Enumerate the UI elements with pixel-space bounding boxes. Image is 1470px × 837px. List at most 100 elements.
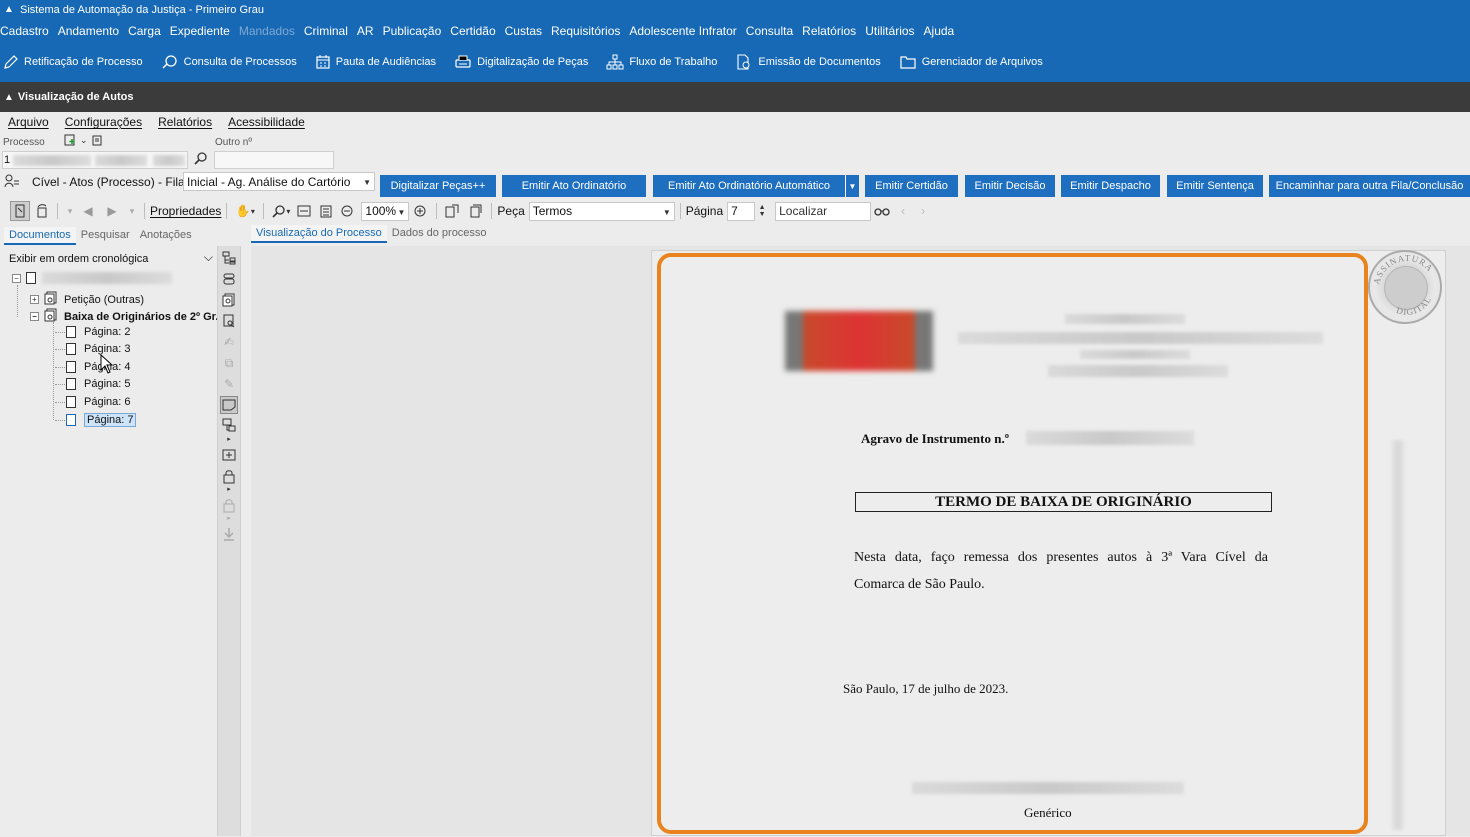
menu-andamento[interactable]: Andamento xyxy=(58,24,119,38)
queue-select[interactable]: Inicial - Ag. Análise do Cartório ▼ xyxy=(183,172,375,191)
menu-relatorios[interactable]: Relatórios xyxy=(802,24,856,38)
retificacao-button[interactable]: Retificação de Processo xyxy=(3,54,143,70)
find-previous-icon[interactable]: ‹ xyxy=(893,201,913,221)
sort-order-select[interactable]: Exibir em ordem cronológica ⌵ xyxy=(6,249,216,268)
emitir-decisao-button[interactable]: Emitir Decisão xyxy=(965,175,1055,197)
emitir-despacho-button[interactable]: Emitir Despacho xyxy=(1061,175,1160,197)
fluxo-trabalho-button[interactable]: Fluxo de Trabalho xyxy=(606,54,717,70)
pan-hand-icon[interactable]: ✋ ▾ xyxy=(232,201,258,221)
page-icon xyxy=(66,396,76,408)
menu-acessibilidade[interactable]: Acessibilidade xyxy=(228,115,305,129)
emitir-ato-automatico-button[interactable]: Emitir Ato Ordinatório Automático xyxy=(653,175,845,197)
pauta-audiencias-button[interactable]: Pauta de Audiências xyxy=(315,54,436,70)
page-search-icon[interactable] xyxy=(220,312,238,330)
digitalizar-pecas-button[interactable]: Digitalizar Peças++ xyxy=(380,175,496,197)
emitir-certidao-button[interactable]: Emitir Certidão xyxy=(865,175,958,197)
collapse-icon[interactable]: − xyxy=(12,273,21,283)
menu-custas[interactable]: Custas xyxy=(505,24,542,38)
menu-arquivo[interactable]: Arquivo xyxy=(8,115,49,129)
find-next-icon[interactable]: › xyxy=(913,201,933,221)
more-icon[interactable]: ▸ xyxy=(220,485,238,493)
stamp-tool-icon[interactable] xyxy=(220,417,238,435)
tab-dados-processo[interactable]: Dados do processo xyxy=(387,225,492,243)
tab-pesquisar[interactable]: Pesquisar xyxy=(76,227,135,245)
search-process-icon[interactable] xyxy=(193,151,209,170)
digitalizacao-pecas-button[interactable]: Digitalização de Peças xyxy=(454,54,588,70)
zoom-select[interactable]: 100% ▼ xyxy=(361,201,410,221)
tree-page[interactable]: Página: 5 xyxy=(66,378,130,390)
tree-page[interactable]: Página: 3 xyxy=(66,343,130,355)
page-number-input[interactable]: 7 xyxy=(727,201,756,221)
menu-configuracoes[interactable]: Configurações xyxy=(65,115,142,129)
tree-page-selected[interactable]: Página: 7 xyxy=(66,413,137,427)
emitir-sentenca-button[interactable]: Emitir Sentença xyxy=(1167,175,1263,197)
lock-icon[interactable] xyxy=(220,467,238,485)
consulta-processos-button[interactable]: Consulta de Processos xyxy=(161,54,297,70)
select-tool-icon[interactable] xyxy=(10,201,30,221)
fit-width-icon[interactable] xyxy=(293,201,315,221)
tree-doc-peticao[interactable]: + Petição (Outras) xyxy=(30,291,144,308)
ato-automatico-dropdown[interactable]: ▼ xyxy=(845,175,859,197)
menu-adolescente-infrator[interactable]: Adolescente Infrator xyxy=(629,24,736,38)
emitir-ato-ordinatorio-button[interactable]: Emitir Ato Ordinatório xyxy=(502,175,646,197)
menu-utilitarios[interactable]: Utilitários xyxy=(865,24,914,38)
menu-ajuda[interactable]: Ajuda xyxy=(924,24,955,38)
tab-visualizacao-processo[interactable]: Visualização do Processo xyxy=(251,225,387,243)
document-stack-icon xyxy=(44,308,58,325)
zoom-in-icon[interactable] xyxy=(409,201,431,221)
menu-ar[interactable]: AR xyxy=(357,24,374,38)
tree-page[interactable]: Página: 2 xyxy=(66,326,130,338)
note-icon[interactable] xyxy=(220,396,238,414)
previous-icon[interactable]: ◀ xyxy=(77,201,99,221)
tree-page[interactable]: Página: 6 xyxy=(66,396,130,408)
tab-documentos[interactable]: Documentos xyxy=(4,227,76,245)
chevron-down-icon[interactable]: ⌄ xyxy=(80,135,88,146)
next-icon[interactable]: ▶ xyxy=(99,201,125,221)
gerenciador-arquivos-button[interactable]: Gerenciador de Arquivos xyxy=(899,54,1043,70)
process-number-field[interactable]: 1 xyxy=(2,151,188,169)
tree-root[interactable]: − xyxy=(12,272,172,284)
properties-button[interactable]: Propriedades xyxy=(150,204,221,218)
binoculars-icon[interactable] xyxy=(871,201,893,221)
insert-page-icon[interactable] xyxy=(220,446,238,464)
copy-page-icon[interactable] xyxy=(464,201,486,221)
document-search-icon[interactable] xyxy=(220,291,238,309)
rotate-page-icon[interactable] xyxy=(32,201,52,221)
menu-expediente[interactable]: Expediente xyxy=(170,24,230,38)
collapse-icon[interactable]: − xyxy=(30,312,39,321)
window-logo-icon: ▲ xyxy=(4,91,14,103)
other-number-field[interactable] xyxy=(214,151,334,169)
tree-page[interactable]: Página: 4 xyxy=(66,361,130,373)
zoom-out-icon[interactable] xyxy=(337,201,357,221)
emissao-documentos-button[interactable]: Emissão de Documentos xyxy=(735,54,881,70)
copy-icon[interactable] xyxy=(92,135,103,146)
menu-requisitorios[interactable]: Requisitórios xyxy=(551,24,620,38)
menu-publicacao[interactable]: Publicação xyxy=(383,24,442,38)
tab-anotacoes[interactable]: Anotações xyxy=(135,227,197,245)
app-logo-icon: ▲ xyxy=(4,4,14,15)
piece-select[interactable]: Termos ▼ xyxy=(528,201,675,221)
menu-criminal[interactable]: Criminal xyxy=(304,24,348,38)
viewer-tabs: Visualização do Processo Dados do proces… xyxy=(251,225,492,243)
expand-icon[interactable]: + xyxy=(30,295,39,304)
fit-page-icon[interactable] xyxy=(315,201,337,221)
list-view-icon[interactable] xyxy=(220,270,238,288)
separator xyxy=(263,203,265,219)
menu-relatorios-viewer[interactable]: Relatórios xyxy=(158,115,212,129)
add-process-icon[interactable] xyxy=(64,134,76,146)
zoom-tool-icon[interactable]: ▾ xyxy=(269,201,293,221)
menu-cadastro[interactable]: Cadastro xyxy=(0,24,49,38)
menu-consulta[interactable]: Consulta xyxy=(746,24,793,38)
encaminhar-fila-button[interactable]: Encaminhar para outra Fila/Conclusão xyxy=(1269,175,1470,197)
extract-page-icon[interactable] xyxy=(442,201,464,221)
page-stepper-icon[interactable]: ▲ ▼ xyxy=(755,201,769,221)
more-icon[interactable]: ▸ xyxy=(220,435,238,443)
edit-icon xyxy=(4,55,18,69)
tree-view-icon[interactable] xyxy=(220,249,238,267)
menu-certidao[interactable]: Certidão xyxy=(450,24,495,38)
title-bar: ▲ Sistema de Automação da Justiça - Prim… xyxy=(0,0,1470,20)
find-input[interactable]: Localizar xyxy=(775,201,872,221)
menu-carga[interactable]: Carga xyxy=(128,24,161,38)
tree-doc-baixa[interactable]: − Baixa de Originários de 2º Gr. xyxy=(30,308,218,325)
calendar-icon xyxy=(316,55,330,69)
